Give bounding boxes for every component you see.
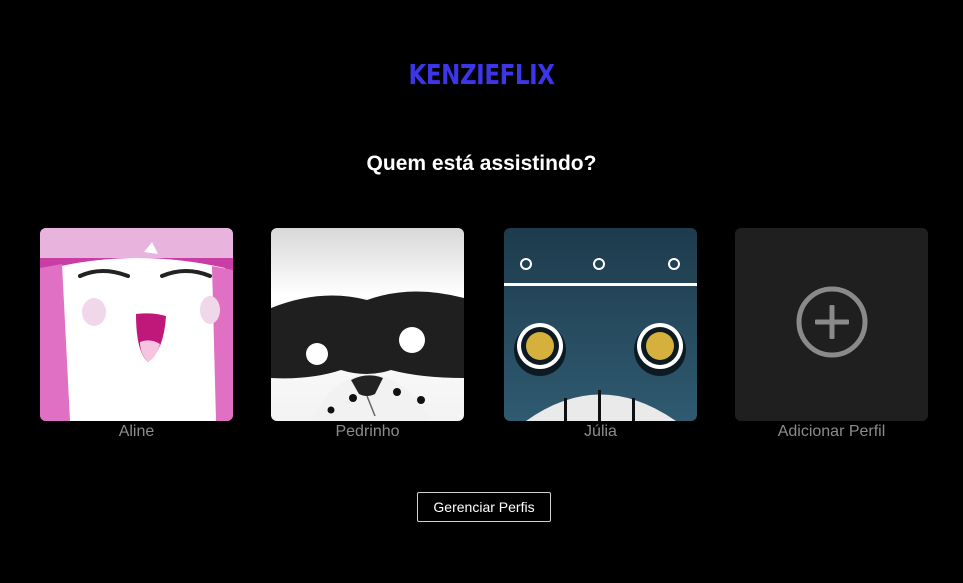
manage-profiles-button[interactable]: Gerenciar Perfis	[417, 492, 551, 522]
profile-julia[interactable]: Júlia	[504, 228, 697, 441]
avatar[interactable]	[40, 228, 233, 421]
profile-selection-page: KENZIEFLIX Quem está assistindo? Aline P…	[0, 0, 963, 583]
avatar[interactable]	[504, 228, 697, 421]
profile-name[interactable]: Júlia	[504, 423, 697, 441]
profile-name[interactable]: Aline	[40, 423, 233, 441]
page-title: Quem está assistindo?	[366, 152, 597, 175]
add-profile-tile[interactable]	[735, 228, 928, 421]
plus-circle-icon[interactable]	[795, 285, 869, 364]
add-profile[interactable]: Adicionar Perfil	[735, 228, 928, 441]
add-profile-label[interactable]: Adicionar Perfil	[735, 423, 928, 441]
profile-name[interactable]: Pedrinho	[271, 423, 464, 441]
profile-pedrinho[interactable]: Pedrinho	[271, 228, 464, 441]
avatar[interactable]	[271, 228, 464, 421]
profile-aline[interactable]: Aline	[40, 228, 233, 441]
app-logo: KENZIEFLIX	[408, 58, 555, 91]
profile-list: Aline Pedrinho Júlia Adicionar Perfil	[0, 228, 963, 448]
